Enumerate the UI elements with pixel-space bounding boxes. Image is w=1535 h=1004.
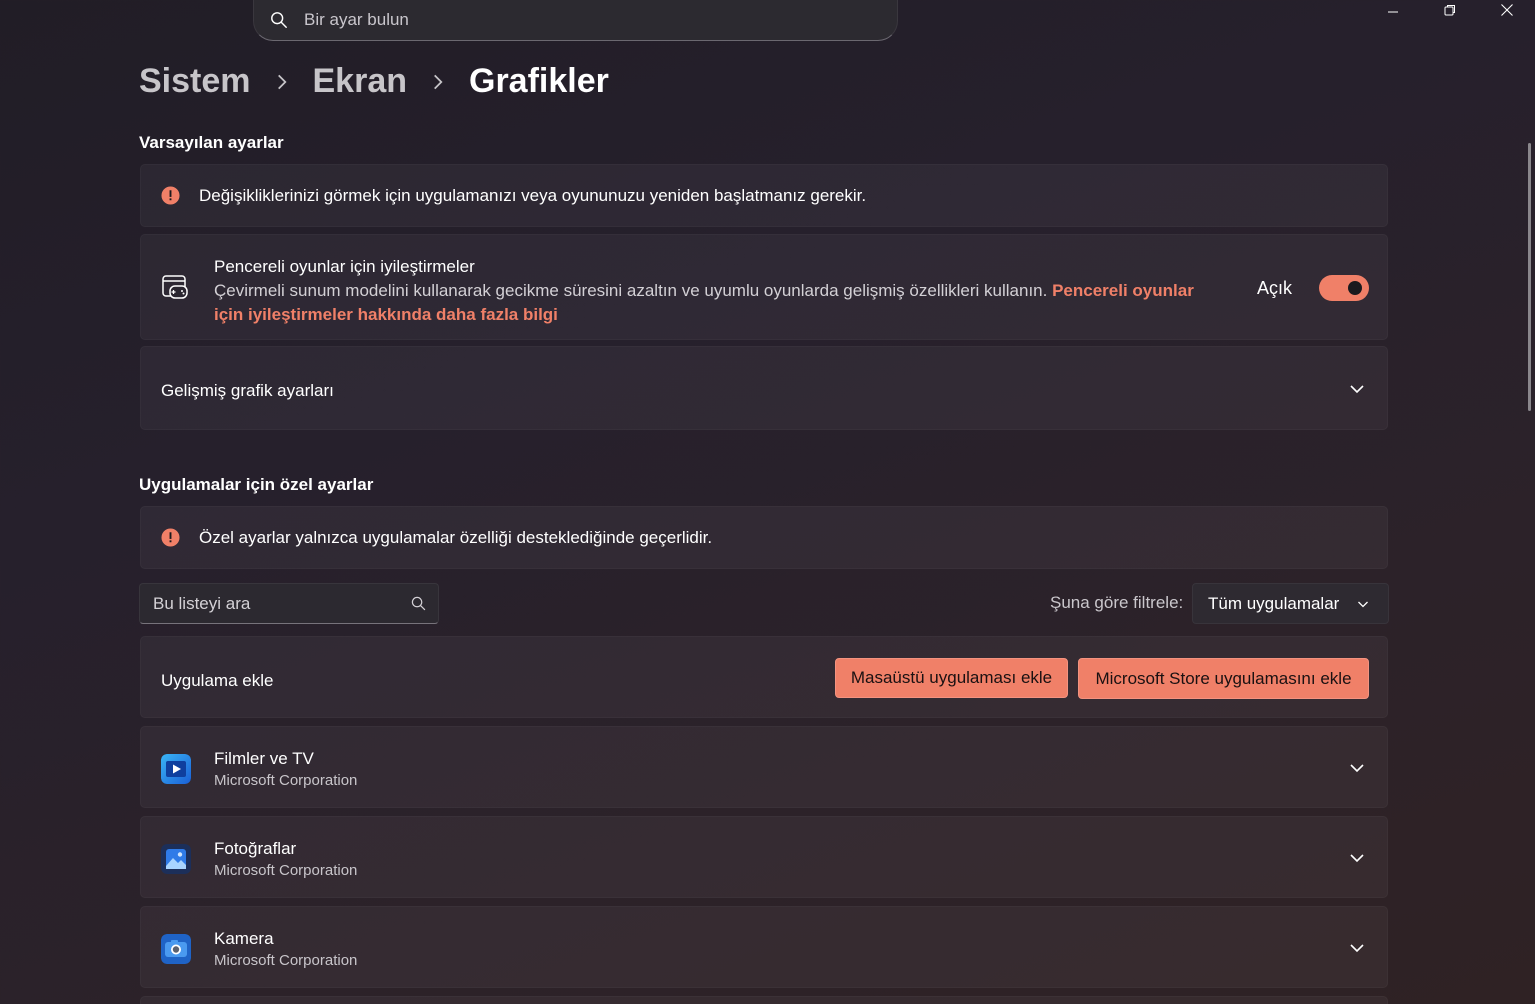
app-row-photos[interactable]: Fotoğraflar Microsoft Corporation: [140, 816, 1388, 898]
minimize-button[interactable]: [1373, 0, 1413, 20]
movies-tv-icon: [161, 754, 191, 784]
app-row-camera[interactable]: Kamera Microsoft Corporation: [140, 906, 1388, 988]
chevron-down-icon[interactable]: [1347, 848, 1367, 868]
app-row-partial[interactable]: [140, 996, 1388, 1004]
info-icon: [161, 528, 180, 547]
app-name: Filmler ve TV: [214, 749, 314, 768]
toggle-state-label: Açık: [1257, 278, 1293, 298]
info-icon: [161, 186, 180, 205]
info-text: Özel ayarlar yalnızca uygulamalar özelli…: [199, 527, 713, 547]
photos-icon: [161, 844, 191, 874]
section-title-apps: Uygulamalar için özel ayarlar: [139, 475, 374, 494]
app-name: Fotoğraflar: [214, 839, 297, 858]
close-button[interactable]: [1487, 0, 1527, 20]
app-row-movies-tv[interactable]: Filmler ve TV Microsoft Corporation: [140, 726, 1388, 808]
filter-dropdown[interactable]: Tüm uygulamalar: [1192, 583, 1389, 624]
scrollbar-thumb[interactable]: [1528, 143, 1531, 411]
chevron-down-icon[interactable]: [1347, 938, 1367, 958]
list-search-box[interactable]: Bu listeyi ara: [139, 583, 439, 624]
add-app-label: Uygulama ekle: [161, 671, 274, 690]
breadcrumb-sistem[interactable]: Sistem: [139, 62, 251, 101]
windowed-games-description: Çevirmeli sunum modelini kullanarak geci…: [214, 281, 1048, 300]
windowed-games-setting: Pencereli oyunlar için iyileştirmeler Çe…: [140, 234, 1388, 340]
app-name: Kamera: [214, 929, 274, 948]
add-desktop-app-button[interactable]: Masaüstü uygulaması ekle: [835, 658, 1068, 698]
game-window-icon: [162, 275, 188, 299]
breadcrumb-ekran[interactable]: Ekran: [313, 62, 408, 101]
add-app-row: Uygulama ekle Masaüstü uygulaması ekle M…: [140, 636, 1388, 718]
breadcrumb: Sistem Ekran Grafikler: [139, 62, 609, 101]
chevron-right-icon: [434, 74, 443, 89]
search-icon: [271, 12, 287, 28]
settings-search-input[interactable]: Bir ayar bulun: [304, 10, 409, 30]
camera-icon: [161, 934, 191, 964]
filter-label: Şuna göre filtrele:: [1050, 593, 1184, 612]
app-publisher: Microsoft Corporation: [214, 862, 358, 879]
advanced-graphics-label: Gelişmiş grafik ayarları: [161, 381, 334, 400]
filter-selected-value: Tüm uygulamalar: [1208, 593, 1340, 613]
restore-icon: [1444, 5, 1455, 16]
chevron-down-icon[interactable]: [1347, 379, 1367, 399]
close-icon: [1501, 4, 1513, 16]
chevron-right-icon: [277, 74, 287, 89]
minimize-icon: [1388, 11, 1398, 13]
page-title: Grafikler: [469, 62, 609, 100]
custom-settings-info-banner: Özel ayarlar yalnızca uygulamalar özelli…: [140, 506, 1388, 569]
app-publisher: Microsoft Corporation: [214, 772, 358, 789]
add-store-app-button[interactable]: Microsoft Store uygulamasını ekle: [1078, 658, 1369, 699]
chevron-down-icon: [1358, 601, 1368, 608]
toggle-knob: [1348, 281, 1362, 295]
chevron-down-icon[interactable]: [1347, 758, 1367, 778]
windowed-games-title: Pencereli oyunlar için iyileştirmeler: [214, 257, 475, 276]
advanced-graphics-settings[interactable]: Gelişmiş grafik ayarları: [140, 346, 1388, 430]
info-text: Değişikliklerinizi görmek için uygulaman…: [199, 185, 867, 205]
windowed-games-toggle[interactable]: [1319, 275, 1369, 301]
app-publisher: Microsoft Corporation: [214, 952, 358, 969]
list-search-input[interactable]: Bu listeyi ara: [153, 594, 250, 614]
restore-button[interactable]: [1430, 0, 1470, 20]
settings-search-box[interactable]: Bir ayar bulun: [253, 0, 898, 41]
section-title-default: Varsayılan ayarlar: [139, 133, 284, 152]
search-icon: [411, 596, 426, 611]
restart-info-banner: Değişikliklerinizi görmek için uygulaman…: [140, 164, 1388, 227]
